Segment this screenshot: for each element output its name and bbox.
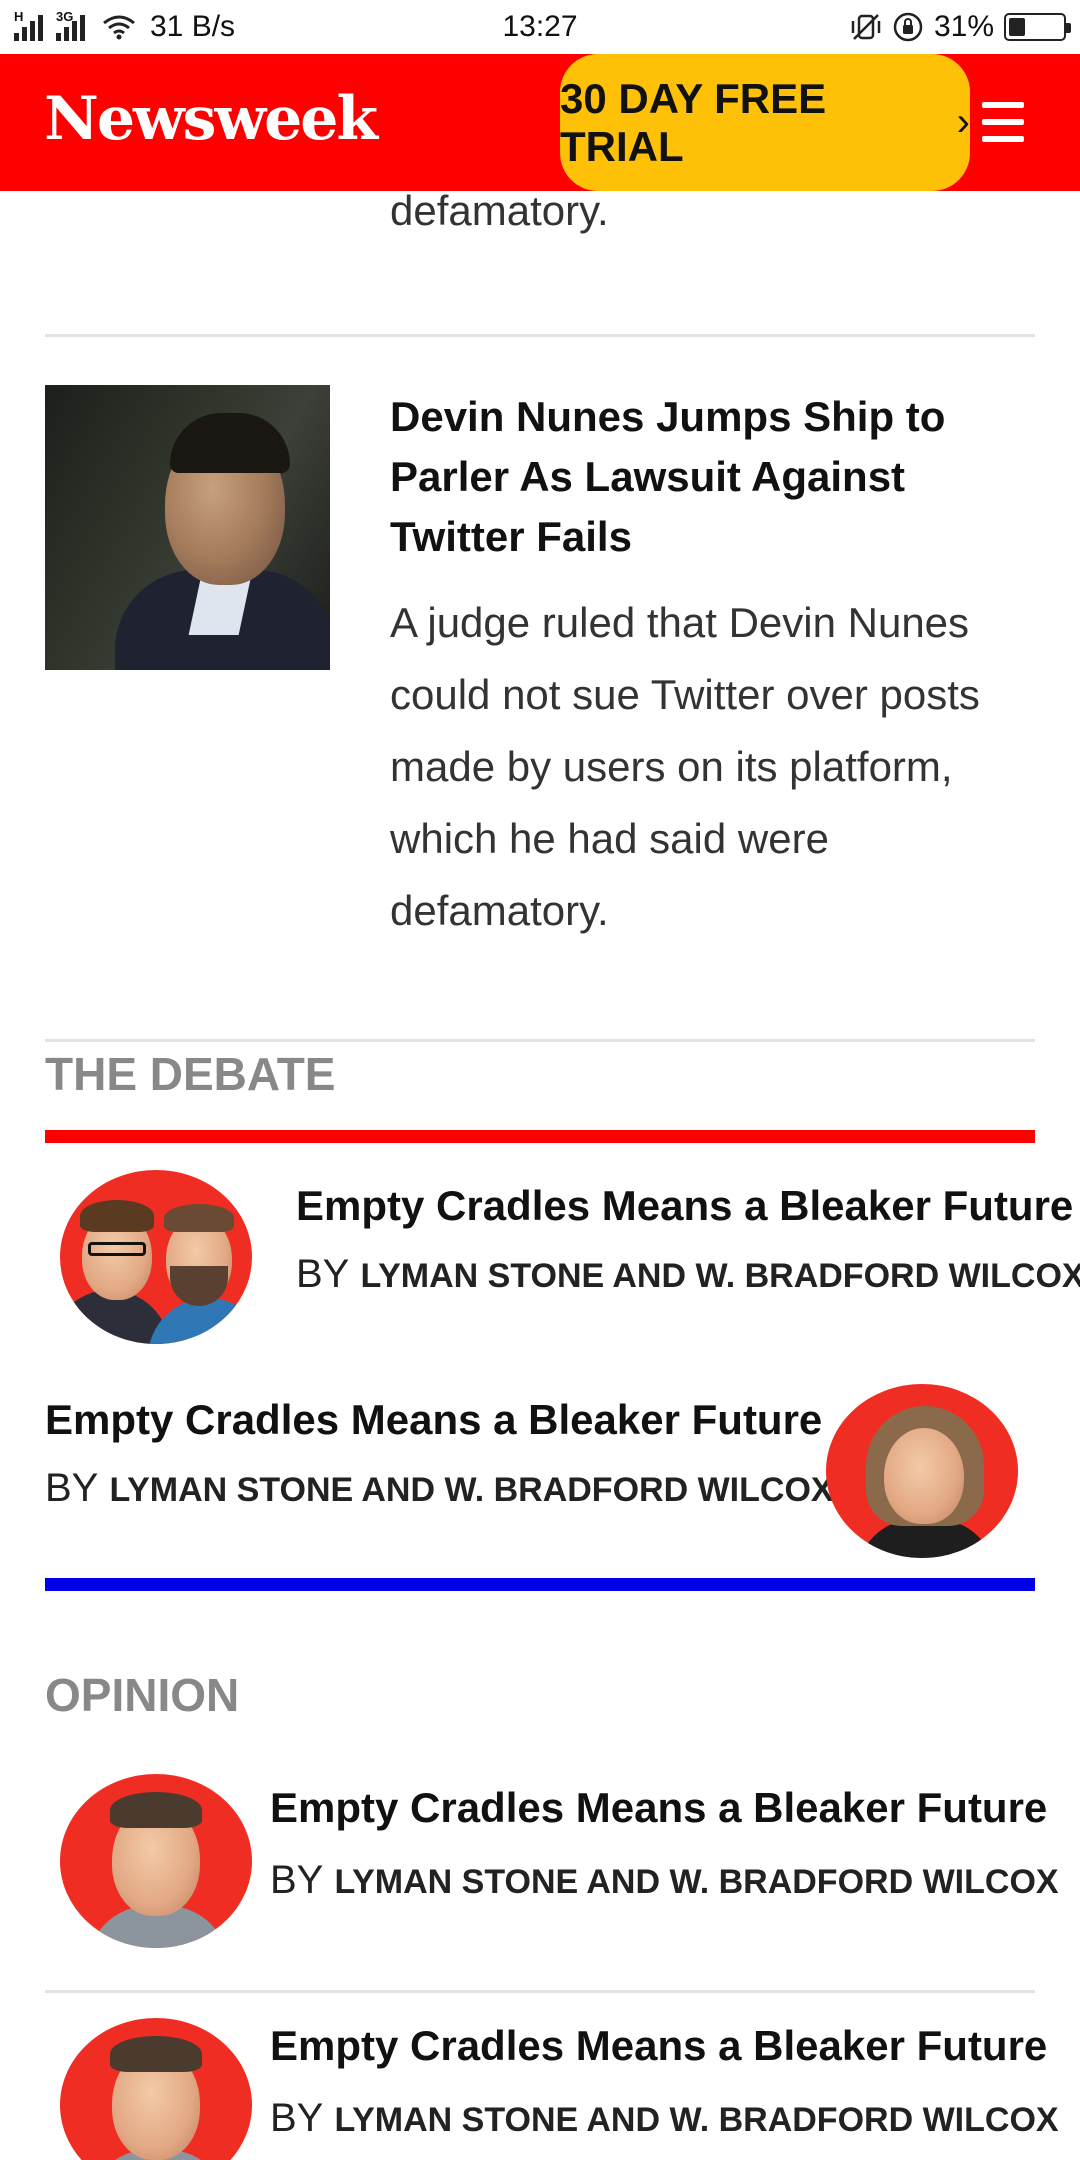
status-bar: H 3G 31 B/s 13:27 31%	[0, 0, 1080, 54]
article-title[interactable]: Devin Nunes Jumps Ship to Parler As Laws…	[390, 387, 1030, 567]
debate-item-byline: BY LYMAN STONE AND W. BRADFORD WILCOX	[296, 1246, 1080, 1304]
status-left: H 3G 31 B/s	[14, 0, 235, 54]
signal-3g-icon: 3G	[56, 9, 94, 41]
debate-item-con[interactable]: Empty Cradles Means a Bleaker Future BY …	[45, 1384, 1035, 1574]
free-trial-button[interactable]: 30 DAY FREE TRIAL ›	[560, 54, 970, 191]
divider	[45, 334, 1035, 337]
divider	[45, 1039, 1035, 1042]
opinion-item-byline: BY LYMAN STONE AND W. BRADFORD WILCOX	[270, 2090, 1059, 2148]
opinion-item-title[interactable]: Empty Cradles Means a Bleaker Future	[270, 2018, 1059, 2074]
article-thumbnail[interactable]	[45, 385, 330, 670]
divider	[45, 1990, 1035, 1993]
rotation-lock-icon	[893, 12, 923, 42]
status-right: 31%	[850, 0, 1071, 54]
opinion-item[interactable]: Empty Cradles Means a Bleaker Future BY …	[45, 2018, 1059, 2160]
debate-item-title[interactable]: Empty Cradles Means a Bleaker Future	[45, 1392, 834, 1448]
byline-prefix: BY	[270, 2096, 324, 2140]
debate-red-rule	[45, 1130, 1035, 1143]
mute-vibrate-icon	[851, 14, 881, 40]
network-tag-h: H	[14, 9, 24, 24]
network-tag-3g: 3G	[56, 9, 74, 24]
byline-prefix: BY	[45, 1466, 99, 1510]
byline-authors[interactable]: LYMAN STONE AND W. BRADFORD WILCOX	[334, 1863, 1058, 1901]
previous-article-description-tail: defamatory.	[390, 187, 609, 234]
byline-authors[interactable]: LYMAN STONE AND W. BRADFORD WILCOX	[360, 1257, 1080, 1295]
debate-authors-avatar[interactable]	[60, 1170, 252, 1344]
opinion-item-title[interactable]: Empty Cradles Means a Bleaker Future	[270, 1780, 1059, 1836]
battery-icon	[1004, 13, 1071, 41]
debate-item-pro[interactable]: Empty Cradles Means a Bleaker Future BY …	[45, 1170, 1080, 1360]
byline-prefix: BY	[296, 1252, 350, 1296]
opinion-item[interactable]: Empty Cradles Means a Bleaker Future BY …	[45, 1774, 1059, 1964]
wifi-icon	[103, 15, 135, 40]
opinion-item-byline: BY LYMAN STONE AND W. BRADFORD WILCOX	[270, 1852, 1059, 1910]
site-header: Newsweek 30 DAY FREE TRIAL ›	[0, 54, 1080, 191]
debate-item-title[interactable]: Empty Cradles Means a Bleaker Future	[296, 1178, 1080, 1234]
byline-authors[interactable]: LYMAN STONE AND W. BRADFORD WILCOX	[334, 2101, 1058, 2139]
battery-fill	[1009, 18, 1026, 36]
opinion-author-avatar[interactable]	[60, 1774, 252, 1948]
battery-percent: 31%	[933, 10, 994, 43]
article-description: A judge ruled that Devin Nunes could not…	[390, 599, 980, 934]
debate-blue-rule	[45, 1578, 1035, 1591]
newsweek-logo[interactable]: Newsweek	[44, 84, 378, 154]
opinion-author-avatar[interactable]	[60, 2018, 252, 2160]
chevron-right-icon: ›	[956, 100, 970, 144]
network-speed: 31 B/s	[150, 10, 236, 43]
hamburger-menu-icon[interactable]	[982, 102, 1024, 142]
debate-item-byline: BY LYMAN STONE AND W. BRADFORD WILCOX	[45, 1460, 834, 1518]
screen: H 3G 31 B/s 13:27 31% Newsweek 30 DAY FR…	[0, 0, 1080, 2160]
debate-author-avatar[interactable]	[826, 1384, 1018, 1558]
section-title-debate[interactable]: THE DEBATE	[45, 1047, 336, 1101]
byline-authors[interactable]: LYMAN STONE AND W. BRADFORD WILCOX	[109, 1471, 833, 1509]
section-title-opinion[interactable]: OPINION	[45, 1668, 239, 1722]
free-trial-label: 30 DAY FREE TRIAL	[560, 74, 827, 170]
signal-h-icon: H	[14, 9, 48, 41]
byline-prefix: BY	[270, 1858, 324, 1902]
